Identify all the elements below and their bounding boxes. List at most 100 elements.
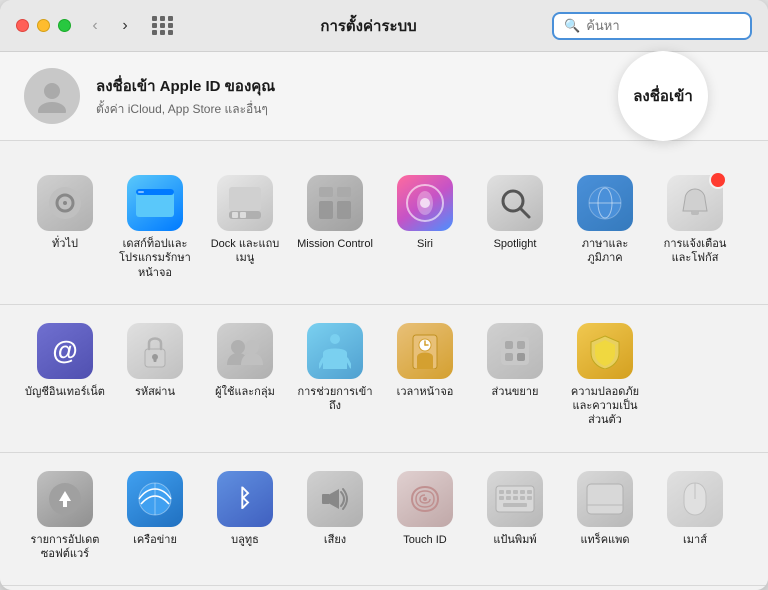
icon-label-siri: Siri	[417, 237, 433, 251]
icon-network	[127, 471, 183, 527]
icon-item-touchid[interactable]: Touch ID	[380, 461, 470, 570]
system-preferences-window: ‹ › การตั้งค่าระบบ 🔍 ลงชื่อเข้า Apple ID…	[0, 0, 768, 590]
profile-text: ลงชื่อเข้า Apple ID ของคุณ ตั้งค่า iClou…	[96, 74, 275, 119]
icon-grid-users: @ บัญชีอินเทอร์เน็ต รหัสผ่าน ผู้ใช้และกลุ่ม…	[20, 313, 748, 436]
maximize-button[interactable]	[58, 19, 71, 32]
icon-grid-general: ทั่วไป เดสก์ท็อปและโปรแกรมรักษาหน้าจอ Dock…	[20, 165, 748, 288]
icon-label-mouse: เมาส์	[683, 533, 707, 547]
avatar	[24, 68, 80, 124]
icon-label-desktop: เดสก์ท็อปและโปรแกรมรักษาหน้าจอ	[115, 237, 195, 280]
icon-item-network[interactable]: เครือข่าย	[110, 461, 200, 570]
icon-label-users: ผู้ใช้และกลุ่ม	[215, 385, 275, 399]
icon-bluetooth: ᛒ	[217, 471, 273, 527]
titlebar: ‹ › การตั้งค่าระบบ 🔍	[0, 0, 768, 52]
icon-screentime	[397, 323, 453, 379]
icon-label-sound: เสียง	[324, 533, 346, 547]
icon-item-language[interactable]: ภาษาและภูมิภาค	[560, 165, 650, 288]
icon-label-password: รหัสผ่าน	[135, 385, 175, 399]
back-button[interactable]: ‹	[83, 14, 107, 38]
icon-label-network: เครือข่าย	[133, 533, 177, 547]
search-icon: 🔍	[564, 18, 580, 34]
icon-item-internet[interactable]: @ บัญชีอินเทอร์เน็ต	[20, 313, 110, 436]
icon-language	[577, 175, 633, 231]
icon-label-notifications: การแจ้งเตือนและโฟกัส	[655, 237, 735, 266]
icon-label-software-update: รายการอัปเดตซอฟต์แวร์	[25, 533, 105, 562]
close-button[interactable]	[16, 19, 29, 32]
icon-general	[37, 175, 93, 231]
icon-desktop	[127, 175, 183, 231]
icon-item-desktop[interactable]: เดสก์ท็อปและโปรแกรมรักษาหน้าจอ	[110, 165, 200, 288]
icon-item-bluetooth[interactable]: ᛒ บลูทูธ	[200, 461, 290, 570]
icon-item-mouse[interactable]: เมาส์	[650, 461, 740, 570]
icon-item-screentime[interactable]: เวลาหน้าจอ	[380, 313, 470, 436]
icon-item-sound[interactable]: เสียง	[290, 461, 380, 570]
icon-label-screentime: เวลาหน้าจอ	[397, 385, 454, 399]
profile-subtext: ตั้งค่า iCloud, App Store และอื่นๆ	[96, 100, 275, 119]
icon-label-sharing: ส่วนขยาย	[492, 385, 539, 399]
icon-label-security: ความปลอดภัยและความเป็นส่วนตัว	[565, 385, 645, 428]
icon-item-users[interactable]: ผู้ใช้และกลุ่ม	[200, 313, 290, 436]
search-input[interactable]	[586, 18, 740, 33]
search-bar[interactable]: 🔍	[552, 12, 752, 40]
icon-item-mission[interactable]: Mission Control	[290, 165, 380, 288]
section-general: ทั่วไป เดสก์ท็อปและโปรแกรมรักษาหน้าจอ Dock…	[0, 157, 768, 305]
icon-item-security[interactable]: ความปลอดภัยและความเป็นส่วนตัว	[560, 313, 650, 436]
icon-label-language: ภาษาและภูมิภาค	[565, 237, 645, 266]
icon-item-siri[interactable]: Siri	[380, 165, 470, 288]
window-title: การตั้งค่าระบบ	[185, 14, 552, 38]
profile-area: ลงชื่อเข้า Apple ID ของคุณ ตั้งค่า iClou…	[0, 52, 768, 141]
icon-label-internet: บัญชีอินเทอร์เน็ต	[25, 385, 105, 399]
sign-in-button[interactable]: ลงชื่อเข้า	[618, 51, 708, 141]
app-grid-button[interactable]	[149, 12, 177, 40]
icon-mouse	[667, 471, 723, 527]
avatar-icon	[35, 79, 69, 113]
icon-label-spotlight: Spotlight	[494, 237, 537, 251]
icon-internet: @	[37, 323, 93, 379]
icon-sound	[307, 471, 363, 527]
icon-access	[307, 323, 363, 379]
section-users: @ บัญชีอินเทอร์เน็ต รหัสผ่าน ผู้ใช้และกลุ่ม…	[0, 305, 768, 453]
icon-item-keyboard[interactable]: แป้นพิมพ์	[470, 461, 560, 570]
icon-keyboard	[487, 471, 543, 527]
icon-notifications	[667, 175, 723, 231]
icon-label-dock: Dock และแถบเมนู	[205, 237, 285, 266]
icon-dock	[217, 175, 273, 231]
icon-item-password[interactable]: รหัสผ่าน	[110, 313, 200, 436]
main-content: ทั่วไป เดสก์ท็อปและโปรแกรมรักษาหน้าจอ Dock…	[0, 141, 768, 590]
icon-item-access[interactable]: การช่วยการเข้าถึง	[290, 313, 380, 436]
icon-label-bluetooth: บลูทูธ	[231, 533, 259, 547]
icon-siri	[397, 175, 453, 231]
traffic-lights	[16, 19, 71, 32]
icon-label-trackpad: แทร็คแพด	[580, 533, 629, 547]
forward-button[interactable]: ›	[113, 14, 137, 38]
icon-item-general[interactable]: ทั่วไป	[20, 165, 110, 288]
icon-security	[577, 323, 633, 379]
icon-label-mission: Mission Control	[297, 237, 373, 251]
section-other: จอภาพเครื่องพิมพ์และเครื่องสแกนแบตเตอรี่…	[0, 586, 768, 590]
icon-touchid	[397, 471, 453, 527]
icon-item-spotlight[interactable]: Spotlight	[470, 165, 560, 288]
icon-trackpad	[577, 471, 633, 527]
icon-sharing	[487, 323, 543, 379]
icon-spotlight	[487, 175, 543, 231]
icon-grid-hardware: รายการอัปเดตซอฟต์แวร์ เครือข่าย ᛒ บลูทูธ เสี…	[20, 461, 748, 570]
profile-heading: ลงชื่อเข้า Apple ID ของคุณ	[96, 74, 275, 98]
icon-item-sharing[interactable]: ส่วนขยาย	[470, 313, 560, 436]
icon-item-notifications[interactable]: การแจ้งเตือนและโฟกัส	[650, 165, 740, 288]
icon-label-touchid: Touch ID	[403, 533, 446, 547]
icon-label-general: ทั่วไป	[52, 237, 78, 251]
icon-item-dock[interactable]: Dock และแถบเมนู	[200, 165, 290, 288]
minimize-button[interactable]	[37, 19, 50, 32]
icon-item-trackpad[interactable]: แทร็คแพด	[560, 461, 650, 570]
icon-mission	[307, 175, 363, 231]
grid-icon	[152, 16, 174, 35]
icon-item-software-update[interactable]: รายการอัปเดตซอฟต์แวร์	[20, 461, 110, 570]
icon-label-access: การช่วยการเข้าถึง	[295, 385, 375, 414]
icon-label-keyboard: แป้นพิมพ์	[493, 533, 536, 547]
notification-badge	[709, 171, 727, 189]
nav-buttons: ‹ ›	[83, 14, 137, 38]
icon-software-update	[37, 471, 93, 527]
icon-users	[217, 323, 273, 379]
icon-password	[127, 323, 183, 379]
section-hardware: รายการอัปเดตซอฟต์แวร์ เครือข่าย ᛒ บลูทูธ เสี…	[0, 453, 768, 587]
